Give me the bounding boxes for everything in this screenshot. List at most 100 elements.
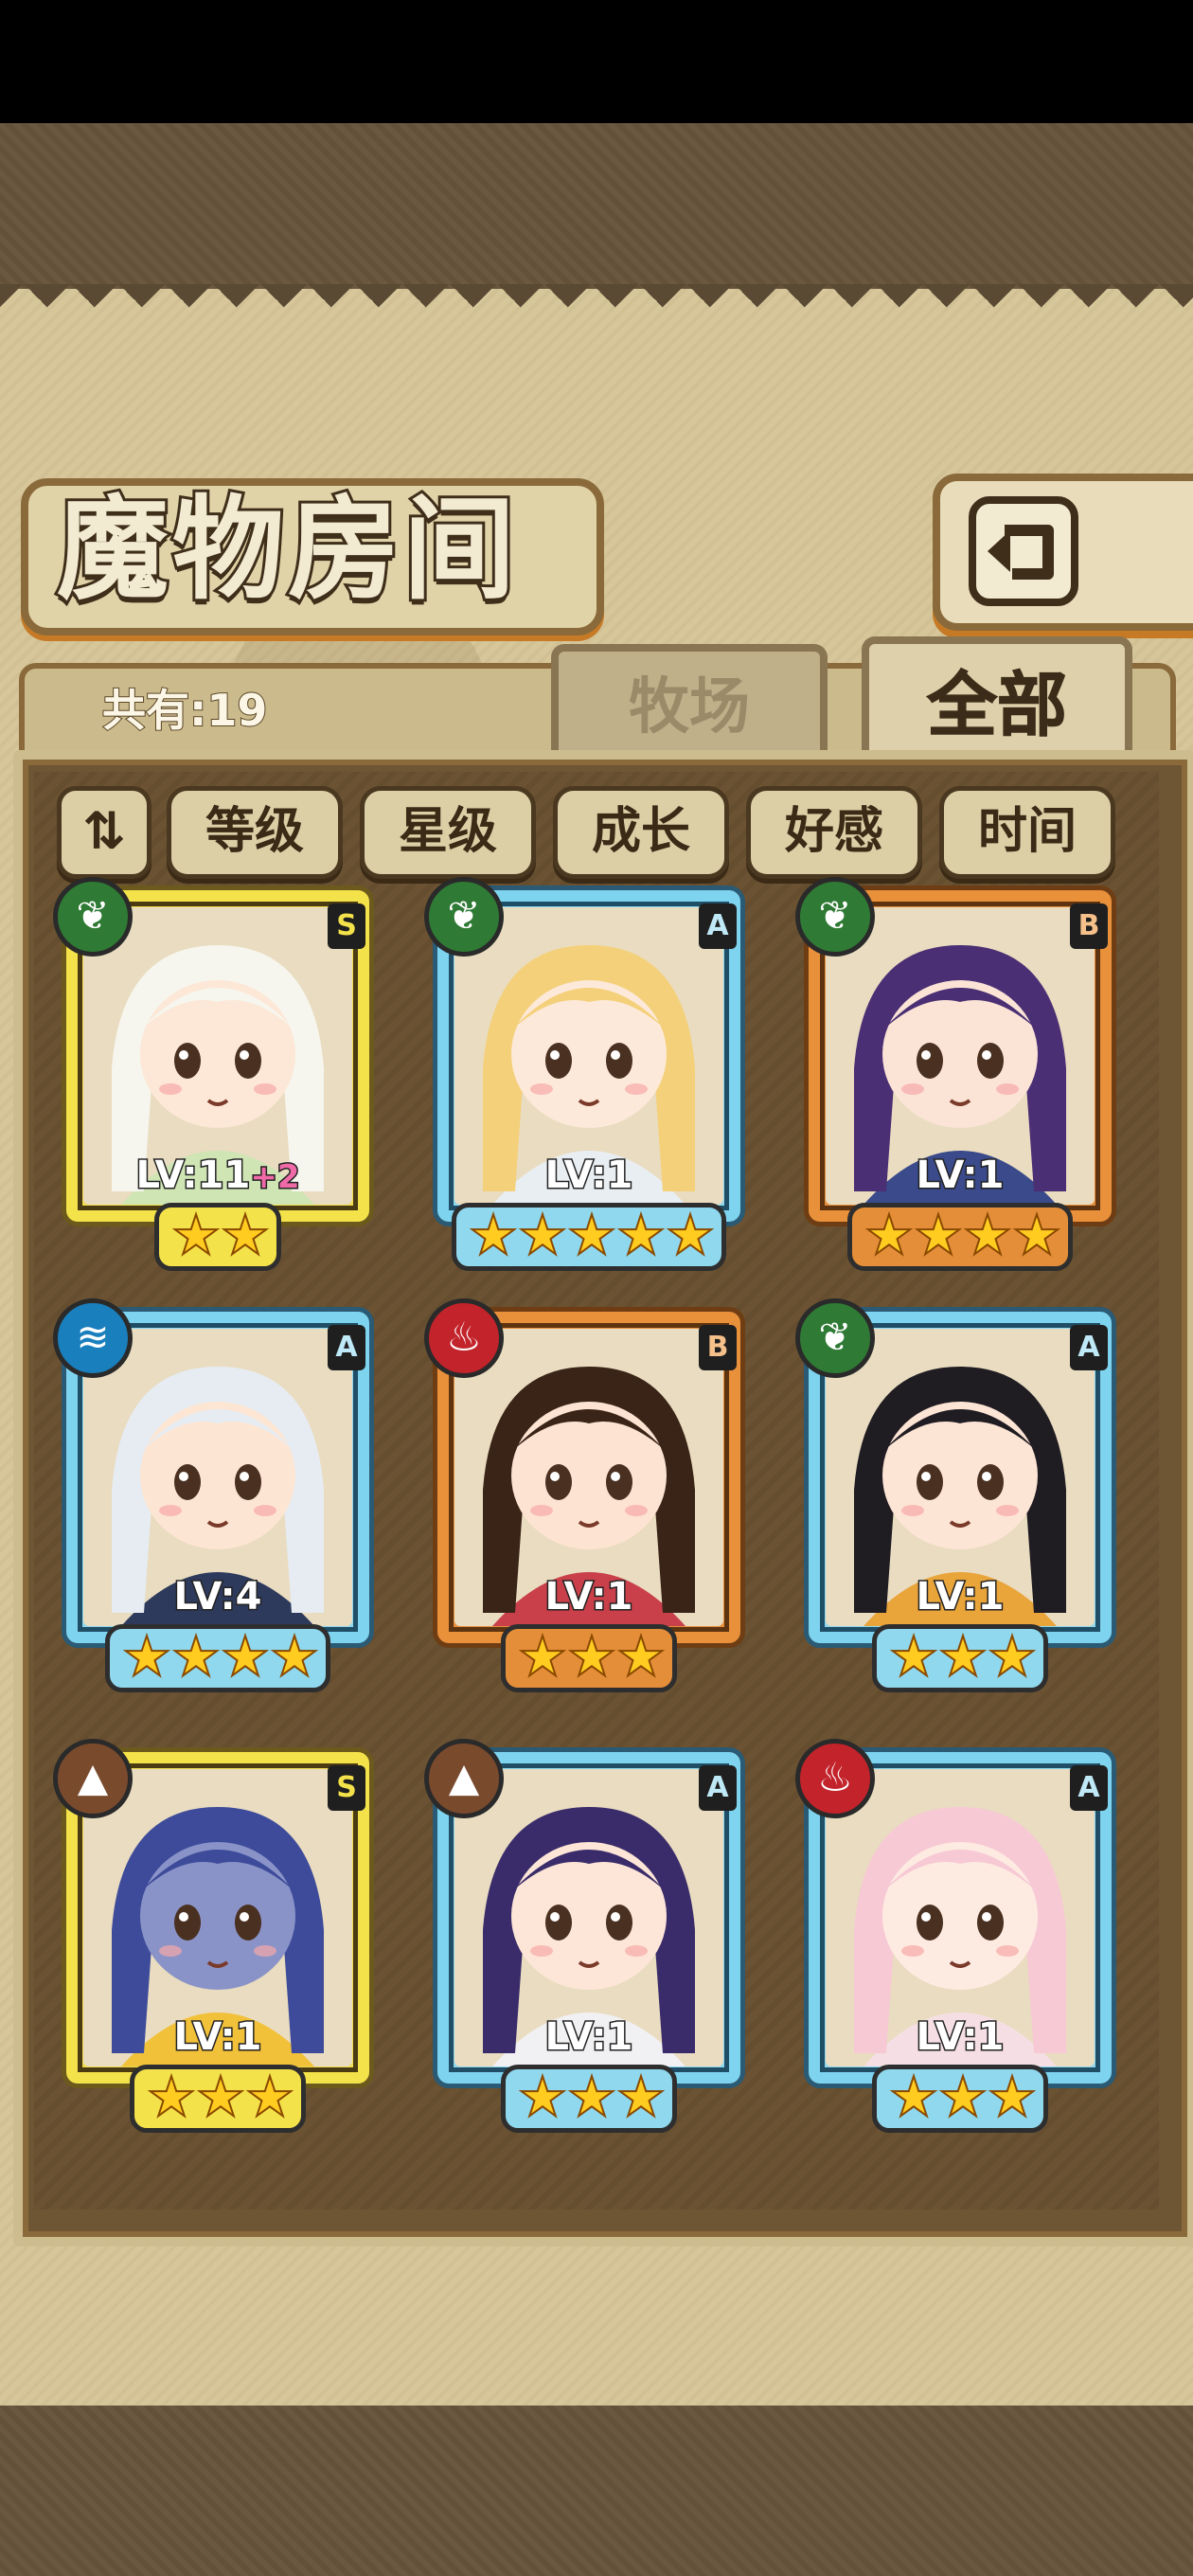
monster-count: 共有:19 <box>101 684 268 737</box>
star-icon: ★ <box>864 1203 915 1267</box>
fire-icon: ♨ <box>424 1298 504 1378</box>
zigzag-edge-bottom <box>0 2363 1193 2408</box>
level-text: LV:1 <box>172 2014 263 2061</box>
star-icon: ★ <box>566 2065 617 2129</box>
star-icon: ★ <box>937 2065 988 2129</box>
rank-badge: S <box>328 1765 365 1811</box>
rank-badge: A <box>1070 1765 1108 1811</box>
monster-card[interactable]: LV:1 A ▲ ★ ★ ★ <box>424 1739 750 2133</box>
star-icon: ★ <box>517 2065 568 2129</box>
rank-badge: B <box>1070 903 1108 949</box>
zigzag-edge-top <box>0 284 1193 330</box>
star-icon: ★ <box>146 2065 197 2129</box>
star-icon: ★ <box>566 1203 617 1267</box>
star-rating: ★ ★ ★ <box>872 1624 1048 1692</box>
rank-badge: A <box>328 1325 365 1370</box>
star-rating: ★ ★ ★ <box>130 2065 306 2133</box>
water-icon: ≋ <box>53 1298 133 1378</box>
monster-card[interactable]: LV:1 B ❦ ★ ★ ★ ★ <box>795 877 1121 1271</box>
star-icon: ★ <box>888 1624 939 1689</box>
top-decor-band <box>0 123 1193 289</box>
star-icon: ★ <box>220 1203 271 1267</box>
star-icon: ★ <box>566 1624 617 1689</box>
star-icon: ★ <box>913 1203 964 1267</box>
monster-level: LV:1 <box>826 2014 1095 2061</box>
star-icon: ★ <box>517 1624 568 1689</box>
star-icon: ★ <box>987 2065 1038 2129</box>
monster-level: LV:1 <box>454 1153 723 1199</box>
fire-icon: ♨ <box>795 1739 875 1818</box>
monster-card[interactable]: LV:1 A ♨ ★ ★ ★ <box>795 1739 1121 2133</box>
monster-level: LV:1 <box>83 2014 352 2061</box>
star-icon: ★ <box>195 2065 246 2129</box>
monster-card[interactable]: LV:1 A ❦ ★ ★ ★ ★ ★ <box>424 877 750 1271</box>
monster-level: LV:1 <box>454 2014 723 2061</box>
star-icon: ★ <box>615 1203 667 1267</box>
level-text: LV:4 <box>172 1574 263 1620</box>
rank-badge: S <box>328 903 365 949</box>
star-rating: ★ ★ ★ <box>872 2065 1048 2133</box>
level-text: LV:1 <box>543 2014 634 2061</box>
rank-badge: B <box>699 1325 737 1370</box>
star-icon: ★ <box>517 1203 568 1267</box>
star-icon: ★ <box>888 2065 939 2129</box>
star-icon: ★ <box>615 1624 667 1689</box>
level-text: LV:1 <box>543 1574 634 1620</box>
rank-badge: A <box>699 1765 737 1811</box>
filter-stars-button[interactable]: 星级 <box>360 786 536 879</box>
monster-level: LV:1 <box>826 1574 1095 1620</box>
star-icon: ★ <box>962 1203 1013 1267</box>
tab-farm[interactable]: 牧场 <box>551 644 828 763</box>
star-icon: ★ <box>468 1203 519 1267</box>
star-icon: ★ <box>170 1203 222 1267</box>
level-text: LV:1 <box>915 2014 1006 2061</box>
monster-card[interactable]: LV:11+2 S ❦ ★ ★ <box>53 877 379 1271</box>
level-text: LV:1 <box>543 1153 634 1199</box>
star-icon: ★ <box>269 1624 320 1689</box>
star-rating: ★ ★ <box>154 1203 281 1271</box>
star-icon: ★ <box>220 1624 271 1689</box>
monster-level: LV:4 <box>83 1574 352 1620</box>
star-icon: ★ <box>244 2065 295 2129</box>
leaf-icon: ❦ <box>795 877 875 957</box>
star-icon: ★ <box>987 1624 1038 1689</box>
tab-all[interactable]: 全部 <box>862 636 1132 767</box>
monster-level: LV:1 <box>454 1574 723 1620</box>
star-rating: ★ ★ ★ <box>501 1624 677 1692</box>
rank-badge: A <box>1070 1325 1108 1370</box>
mountain-icon: ▲ <box>53 1739 133 1818</box>
level-text: LV:1 <box>915 1574 1006 1620</box>
mountain-icon: ▲ <box>424 1739 504 1818</box>
star-rating: ★ ★ ★ ★ <box>105 1624 330 1692</box>
filter-time-button[interactable]: 时间 <box>939 786 1115 879</box>
star-icon: ★ <box>170 1624 222 1689</box>
back-arrow-icon <box>969 496 1078 606</box>
monster-card[interactable]: LV:1 S ▲ ★ ★ ★ <box>53 1739 379 2133</box>
star-icon: ★ <box>615 2065 667 2129</box>
back-button[interactable] <box>933 474 1193 631</box>
bottom-decor-band <box>0 2406 1193 2576</box>
star-icon: ★ <box>937 1624 988 1689</box>
monster-level: LV:1 <box>826 1153 1095 1199</box>
star-icon: ★ <box>121 1624 172 1689</box>
star-rating: ★ ★ ★ ★ <box>847 1203 1073 1271</box>
sort-order-toggle[interactable]: ⇅ <box>57 786 151 879</box>
rank-badge: A <box>699 903 737 949</box>
monster-card[interactable]: LV:1 B ♨ ★ ★ ★ <box>424 1298 750 1692</box>
page-title: 魔物房间 <box>54 480 520 617</box>
star-rating: ★ ★ ★ ★ ★ <box>452 1203 726 1271</box>
filter-affection-button[interactable]: 好感 <box>746 786 922 879</box>
level-text: LV:11 <box>134 1153 252 1199</box>
filter-level-button[interactable]: 等级 <box>167 786 343 879</box>
monster-level: LV:11+2 <box>83 1153 352 1199</box>
level-bonus: +2 <box>249 1157 301 1198</box>
star-icon: ★ <box>665 1203 716 1267</box>
monster-card[interactable]: LV:4 A ≋ ★ ★ ★ ★ <box>53 1298 379 1692</box>
leaf-icon: ❦ <box>53 877 133 957</box>
leaf-icon: ❦ <box>424 877 504 957</box>
monster-card[interactable]: LV:1 A ❦ ★ ★ ★ <box>795 1298 1121 1692</box>
status-bar <box>0 0 1193 123</box>
leaf-icon: ❦ <box>795 1298 875 1378</box>
level-text: LV:1 <box>915 1153 1006 1199</box>
filter-growth-button[interactable]: 成长 <box>553 786 729 879</box>
